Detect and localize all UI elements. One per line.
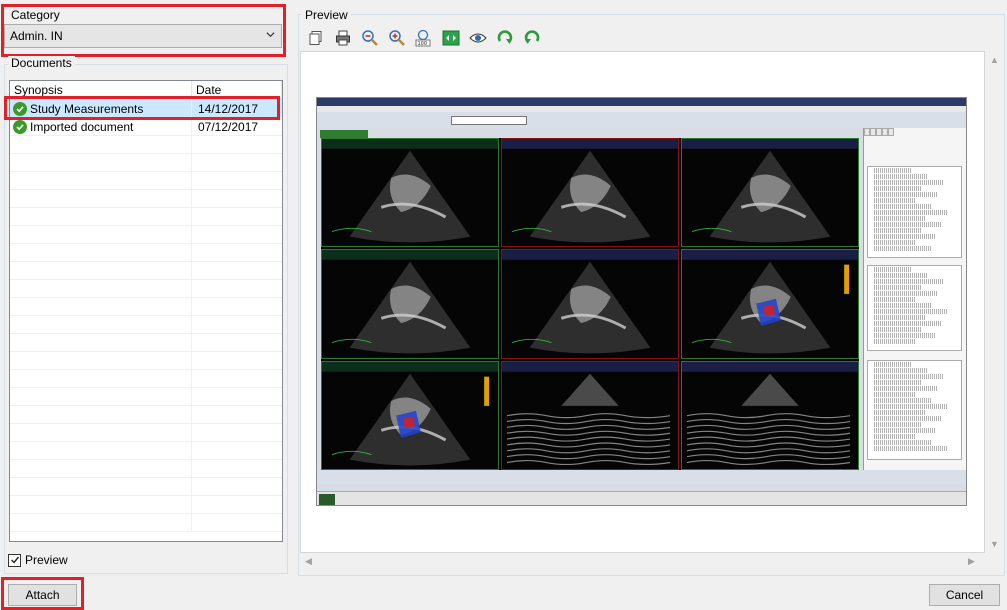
- document-preview-image: [316, 97, 967, 506]
- zoom-100-icon[interactable]: 100: [412, 27, 435, 49]
- scroll-left-icon[interactable]: ◀: [305, 556, 312, 567]
- echo-image-cell: [681, 138, 859, 248]
- table-row[interactable]: Study Measurements 14/12/2017: [10, 100, 282, 118]
- column-header-synopsis[interactable]: Synopsis: [10, 81, 192, 99]
- empty-row: [10, 388, 282, 406]
- empty-row: [10, 442, 282, 460]
- empty-row: [10, 496, 282, 514]
- empty-row: [10, 514, 282, 532]
- column-header-date[interactable]: Date: [192, 81, 282, 99]
- check-icon: [13, 101, 27, 116]
- echo-image-cell: [321, 138, 499, 248]
- category-dropdown[interactable]: Admin. IN: [4, 24, 282, 48]
- svg-text:100: 100: [417, 41, 427, 47]
- row-synopsis: Imported document: [30, 119, 134, 134]
- empty-row: [10, 406, 282, 424]
- checkbox-box[interactable]: [8, 553, 21, 567]
- echo-image-cell: [501, 249, 679, 359]
- empty-row: [10, 172, 282, 190]
- preview-checkbox[interactable]: Preview: [8, 553, 68, 567]
- empty-row: [10, 226, 282, 244]
- preview-title: Preview: [302, 8, 351, 22]
- empty-row: [10, 190, 282, 208]
- checkmark-icon: [10, 556, 19, 564]
- empty-row: [10, 154, 282, 172]
- preview-image-bottom-bar: [317, 470, 966, 484]
- rotate-left-icon[interactable]: [520, 27, 543, 49]
- echo-image-cell: [501, 360, 679, 470]
- row-date: 07/12/2017: [198, 119, 259, 134]
- preview-image-titlebar: [317, 98, 966, 106]
- horizontal-scrollbar[interactable]: ◀ ▶: [300, 553, 985, 570]
- table-row[interactable]: Imported document 07/12/2017: [10, 118, 282, 136]
- documents-table: Synopsis Date Study Measurements 14/12/2…: [9, 80, 283, 542]
- empty-row: [10, 208, 282, 226]
- preview-image-date-tab: [320, 130, 368, 138]
- attach-button[interactable]: Attach: [8, 584, 77, 606]
- empty-row: [10, 280, 282, 298]
- preview-image-toolbar: [317, 112, 966, 128]
- empty-row: [10, 136, 282, 154]
- preview-checkbox-label: Preview: [25, 553, 68, 567]
- category-selected-value: Admin. IN: [10, 29, 63, 43]
- preview-image-side-panel: [863, 128, 966, 478]
- row-synopsis: Study Measurements: [30, 101, 144, 116]
- scroll-down-icon[interactable]: ▼: [990, 539, 999, 549]
- echo-image-cell: [501, 138, 679, 248]
- eye-icon[interactable]: [466, 27, 489, 49]
- zoom-out-icon[interactable]: [358, 27, 381, 49]
- check-icon: [13, 119, 27, 134]
- empty-row: [10, 244, 282, 262]
- empty-row: [10, 334, 282, 352]
- row-date: 14/12/2017: [198, 101, 259, 116]
- zoom-in-icon[interactable]: [385, 27, 408, 49]
- documents-title: Documents: [8, 56, 75, 70]
- fit-icon[interactable]: [439, 27, 462, 49]
- empty-row: [10, 262, 282, 280]
- preview-image-combo: [451, 116, 527, 125]
- empty-row: [10, 316, 282, 334]
- echo-image-cell: [321, 360, 499, 470]
- empty-row: [10, 352, 282, 370]
- empty-row: [10, 370, 282, 388]
- empty-row: [10, 424, 282, 442]
- empty-row: [10, 478, 282, 496]
- table-header: Synopsis Date: [10, 81, 282, 100]
- echo-image-cell: [681, 360, 859, 470]
- category-title: Category: [8, 8, 63, 22]
- echo-image-cell: [681, 249, 859, 359]
- copy-icon[interactable]: [304, 27, 327, 49]
- scroll-right-icon[interactable]: ▶: [968, 556, 975, 567]
- preview-image-taskbar: [317, 491, 966, 505]
- rotate-right-icon[interactable]: [493, 27, 516, 49]
- chevron-down-icon: [266, 32, 275, 38]
- empty-row: [10, 460, 282, 478]
- cancel-button[interactable]: Cancel: [929, 584, 1000, 606]
- empty-row: [10, 298, 282, 316]
- empty-rows: [10, 136, 282, 532]
- scroll-up-icon[interactable]: ▲: [990, 55, 999, 65]
- preview-toolbar: 100: [304, 27, 543, 49]
- print-icon[interactable]: [331, 27, 354, 49]
- echo-image-grid: [321, 138, 859, 470]
- vertical-scrollbar[interactable]: ▲ ▼: [985, 51, 1002, 553]
- echo-image-cell: [321, 249, 499, 359]
